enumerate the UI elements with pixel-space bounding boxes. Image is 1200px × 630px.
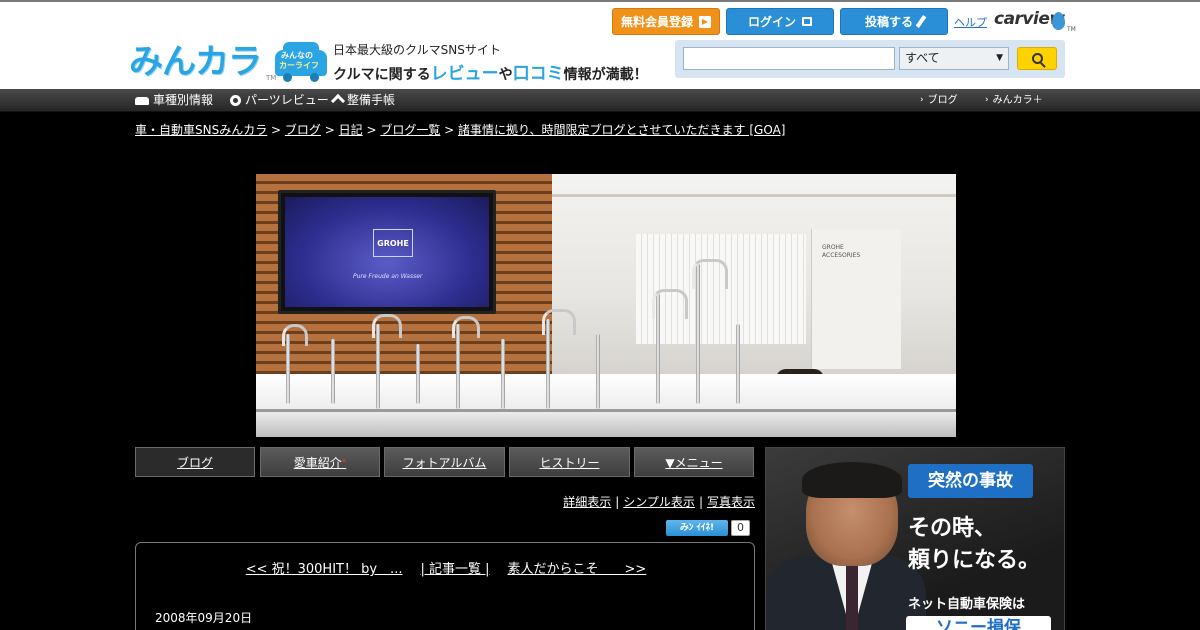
blog-header-image: GROHE ACCESORIES GROHE Pure Freude an Wa…	[256, 174, 956, 437]
nav-parts-review-label: パーツレビュー	[245, 93, 329, 107]
nav-minkara-plus-label: みんカラ＋	[992, 95, 1043, 106]
search-bar: すべて ▼	[675, 40, 1065, 78]
search-category-value: すべて	[905, 51, 940, 65]
nav-blog[interactable]: › ブログ	[920, 89, 958, 112]
ad-headline-1: その時、	[908, 516, 997, 541]
nav-parts-review[interactable]: パーツレビュー	[230, 89, 329, 112]
arrow-box-icon: ▶	[699, 15, 711, 28]
carview-tm: TM	[1067, 26, 1076, 33]
chevron-down-icon: ▼	[996, 53, 1003, 63]
faucet	[501, 339, 505, 409]
login-label: ログイン	[747, 15, 796, 29]
post-label: 投稿する	[864, 15, 913, 29]
post-date: 2008年09月20日	[155, 611, 253, 625]
view-detail-link[interactable]: 詳細表示	[563, 495, 611, 509]
view-photo-link[interactable]: 写真表示	[707, 495, 755, 509]
logo-text: みんカラ	[129, 42, 262, 82]
blog-post: << 祝！300HIT！ by ... | 記事一覧 | 素人だからこそ >> 20…	[135, 542, 755, 630]
tagline-main: クルマに関するレビューや口コミ情報が満載！	[333, 64, 648, 84]
wrench-icon	[330, 93, 346, 108]
search-category-select[interactable]: すべて ▼	[899, 47, 1009, 70]
view-mode-links: 詳細表示 | シンプル表示 | 写真表示	[563, 495, 755, 509]
like-button[interactable]: みﾝ ｲｲﾈ!	[666, 520, 728, 536]
help-link[interactable]: ヘルプ	[954, 14, 987, 30]
nav-car-info[interactable]: 車種別情報	[135, 89, 213, 112]
accessory-panel-text: GROHE ACCESORIES	[822, 244, 861, 259]
nav-blog-label: ブログ	[927, 95, 958, 106]
tab-menu[interactable]: ▼メニュー	[634, 447, 754, 477]
tab-car-intro[interactable]: 愛車紹介*	[260, 447, 380, 477]
lock-icon	[802, 17, 812, 26]
breadcrumb-home[interactable]: 車・自動車SNSみんカラ	[135, 123, 267, 137]
nav-minkara-plus[interactable]: › みんカラ＋	[985, 89, 1043, 112]
register-label: 無料会員登録	[620, 15, 693, 29]
carlife-text-1: みんなの	[281, 51, 313, 60]
pen-icon	[915, 15, 927, 28]
post-navigation: << 祝！300HIT！ by ... | 記事一覧 | 素人だからこそ >>	[136, 558, 756, 577]
tv-display: GROHE Pure Freude an Wasser	[278, 190, 496, 314]
tv-subtitle: Pure Freude an Wasser	[353, 273, 423, 280]
search-button[interactable]	[1017, 47, 1057, 70]
ad-brand: ソニー損保	[906, 616, 1051, 630]
faucet	[596, 334, 600, 409]
view-simple-link[interactable]: シンプル表示	[623, 495, 695, 509]
tagline-top: 日本最大級のクルマSNSサイト	[333, 43, 501, 57]
gear-icon	[230, 95, 241, 106]
faucet	[416, 344, 420, 404]
insurance-ad[interactable]: 突然の事故 その時、 頼りになる。 ネット自動車保険は ソニー損保	[765, 447, 1065, 630]
site-header: みんカラ TM みんなの カーライフ 日本最大級のクルマSNSサイト クルマに関…	[0, 0, 1200, 89]
breadcrumb-diary[interactable]: 日記	[339, 123, 363, 137]
search-icon	[1031, 53, 1043, 64]
car-icon	[135, 96, 149, 105]
post-button[interactable]: 投稿する	[840, 8, 948, 35]
chevron-right-icon: ›	[920, 95, 924, 105]
breadcrumb-blog[interactable]: ブログ	[285, 123, 321, 137]
login-button[interactable]: ログイン	[726, 8, 834, 35]
chevron-right-icon: ›	[985, 95, 989, 105]
grohe-logo: GROHE	[373, 229, 413, 257]
nav-maintenance-label: 整備手帳	[347, 93, 396, 107]
carlife-car-icon: みんなの カーライフ	[275, 40, 327, 82]
breadcrumb-blog-list[interactable]: ブログ一覧	[380, 123, 440, 137]
breadcrumb-current[interactable]: 諸事情に拠り、時間限定ブログとさせていただきます [GOA]	[458, 123, 785, 137]
next-post-link[interactable]: 素人だからこそ >>	[508, 562, 647, 577]
minkara-logo[interactable]: みんカラ TM	[129, 40, 276, 84]
nav-car-info-label: 車種別情報	[153, 93, 214, 107]
like-count: 0	[731, 520, 750, 536]
tab-history[interactable]: ヒストリー	[509, 447, 630, 477]
carlife-text-2: カーライフ	[279, 61, 319, 70]
prev-post-link[interactable]: << 祝！300HIT！ by ...	[246, 562, 403, 577]
faucet	[736, 324, 740, 404]
ad-badge: 突然の事故	[908, 464, 1033, 498]
minkara-like-icon: みﾝ	[679, 523, 694, 533]
ad-subline: ネット自動車保険は	[908, 597, 1026, 612]
breadcrumb: 車・自動車SNSみんカラ > ブログ > 日記 > ブログ一覧 > 諸事情に拠り…	[135, 123, 786, 137]
search-input[interactable]	[683, 47, 895, 70]
carview-drop-icon	[1052, 12, 1065, 30]
global-nav: 車種別情報 パーツレビュー 整備手帳 › ブログ › みんカラ＋	[0, 89, 1200, 112]
register-button[interactable]: 無料会員登録 ▶	[612, 8, 720, 35]
tab-blog[interactable]: ブログ	[135, 447, 255, 477]
post-list-link[interactable]: | 記事一覧 |	[420, 562, 489, 577]
nav-maintenance[interactable]: 整備手帳	[330, 89, 396, 112]
display-counter	[256, 374, 956, 437]
faucet	[331, 339, 335, 404]
tab-photo-album[interactable]: フォトアルバム	[384, 447, 505, 477]
ad-headline-2: 頼りになる。	[908, 548, 1041, 573]
